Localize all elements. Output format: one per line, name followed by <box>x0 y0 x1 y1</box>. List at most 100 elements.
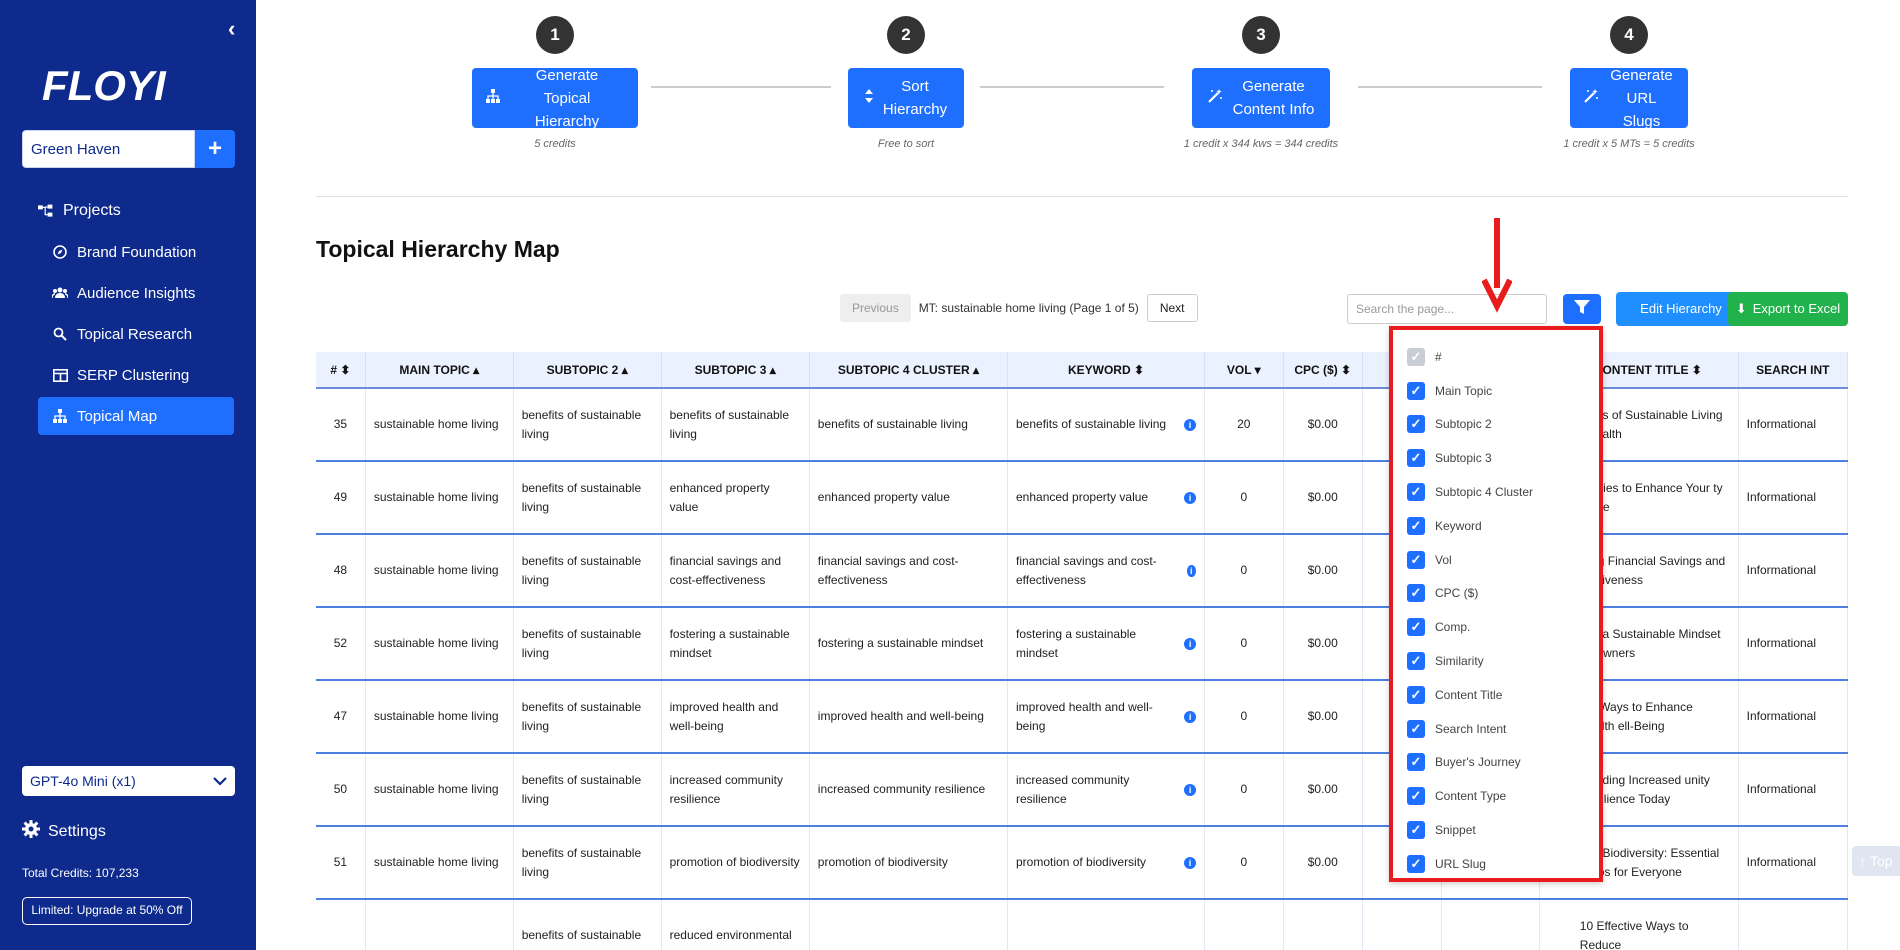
info-icon[interactable]: i <box>1186 564 1196 577</box>
column-toggle[interactable]: ✓ Content Title <box>1393 678 1599 712</box>
info-icon[interactable]: i <box>1184 856 1196 869</box>
checkbox[interactable]: ✓ <box>1407 854 1425 873</box>
column-header[interactable]: SUBTOPIC 4 CLUSTER ▴ <box>809 352 1009 389</box>
add-project-button[interactable]: + <box>195 130 235 168</box>
checkbox[interactable]: ✓ <box>1407 584 1425 603</box>
keyword-text: increased community resilience <box>1016 772 1130 806</box>
sidebar-item-topical-map[interactable]: Topical Map <box>38 397 234 435</box>
column-toggle[interactable]: ✓ Snippet <box>1393 813 1599 847</box>
checkbox[interactable]: ✓ <box>1407 415 1425 434</box>
table-row[interactable]: 49 sustainable home living benefits of sus… <box>316 461 1848 535</box>
generate-url-slugs-button[interactable]: Generate URL Slugs <box>1570 67 1688 130</box>
table-row[interactable]: 50 sustainable home living benefits of sus… <box>316 753 1848 827</box>
table-cell: promotion of biodiversity i <box>1007 826 1205 900</box>
table-cell: Informational <box>1738 753 1848 827</box>
keyword-text: fostering a sustainable mindset <box>1016 626 1137 660</box>
pagination: Previous MT: sustainable home living (Pa… <box>840 294 1198 322</box>
column-toggle[interactable]: ✓ CPC ($) <box>1393 577 1599 611</box>
info-icon[interactable]: i <box>1184 710 1196 723</box>
upgrade-button[interactable]: Limited: Upgrade at 50% Off <box>22 897 192 925</box>
back-to-top-button[interactable]: ↑ Top <box>1852 846 1900 876</box>
column-header[interactable]: SEARCH INT <box>1738 352 1848 389</box>
settings-link[interactable]: Settings <box>22 820 106 843</box>
previous-button[interactable]: Previous <box>840 294 911 322</box>
table-row[interactable]: 35 sustainable home living benefits of sus… <box>316 388 1848 462</box>
sidebar-item-label: Topical Map <box>77 407 158 425</box>
checkbox[interactable]: ✓ <box>1407 449 1425 468</box>
column-header[interactable]: SUBTOPIC 2 ▴ <box>513 352 662 389</box>
checkbox[interactable]: ✓ <box>1407 347 1425 366</box>
info-icon[interactable]: i <box>1184 783 1196 796</box>
checkbox[interactable]: ✓ <box>1407 618 1425 637</box>
column-toggle[interactable]: ✓ Search Intent <box>1393 712 1599 746</box>
project-input[interactable] <box>22 130 195 168</box>
column-toggle-label: CPC ($) <box>1435 586 1479 601</box>
column-toggle[interactable]: ✓ Subtopic 4 Cluster <box>1393 475 1599 509</box>
collapse-sidebar-icon[interactable]: ‹ <box>228 18 248 40</box>
info-icon[interactable]: i <box>1184 637 1196 650</box>
table-row[interactable]: 47 sustainable home living benefits of sus… <box>316 680 1848 754</box>
column-header[interactable]: SUBTOPIC 3 ▴ <box>661 352 810 389</box>
column-toggle[interactable]: ✓ Subtopic 3 <box>1393 441 1599 475</box>
checkbox[interactable]: ✓ <box>1407 516 1425 535</box>
hierarchy-icon <box>486 87 500 110</box>
table-row[interactable]: 52 sustainable home living benefits of sus… <box>316 607 1848 681</box>
column-toggle-label: Subtopic 3 <box>1435 451 1492 466</box>
checkbox[interactable]: ✓ <box>1407 753 1425 772</box>
info-icon[interactable]: i <box>1184 418 1196 431</box>
sort-icon <box>864 87 873 110</box>
floyi-logo[interactable]: FLOYI <box>40 48 170 108</box>
checkbox[interactable]: ✓ <box>1407 821 1425 840</box>
generate-content-info-button[interactable]: Generate Content Info <box>1192 68 1330 128</box>
checkbox[interactable]: ✓ <box>1407 381 1425 400</box>
sidebar-item-audience-insights[interactable]: Audience Insights <box>0 274 256 312</box>
column-toggle[interactable]: ✓ Subtopic 2 <box>1393 408 1599 442</box>
column-header[interactable]: CPC ($) ⬍ <box>1283 352 1363 389</box>
column-toggle[interactable]: ✓ # <box>1393 340 1599 374</box>
export-excel-button[interactable]: ⬇ Export to Excel <box>1728 292 1848 326</box>
step-4: 4 Generate URL Slugs 1 credit x 5 MTs = 5… <box>1539 16 1719 150</box>
table-cell: enhanced property value i <box>1007 461 1205 535</box>
table-cell: $0.00 <box>1283 388 1363 462</box>
column-toggle-label: Content Title <box>1435 687 1503 702</box>
table-row[interactable]: 51 sustainable home living benefits of sus… <box>316 826 1848 900</box>
column-toggle[interactable]: ✓ Comp. <box>1393 610 1599 644</box>
table-cell: sustainable home living <box>365 534 514 608</box>
table-row[interactable]: benefits of sustainable reduced environme… <box>316 899 1848 950</box>
column-toggle[interactable]: ✓ Main Topic <box>1393 374 1599 408</box>
checkbox[interactable]: ✓ <box>1407 483 1425 502</box>
table-row[interactable]: 48 sustainable home living benefits of sus… <box>316 534 1848 608</box>
column-header[interactable]: MAIN TOPIC ▴ <box>365 352 514 389</box>
filter-columns-button[interactable] <box>1563 294 1601 324</box>
column-toggle[interactable]: ✓ Content Type <box>1393 779 1599 813</box>
edit-hierarchy-button[interactable]: Edit Hierarchy <box>1616 292 1746 326</box>
column-toggle[interactable]: ✓ Keyword <box>1393 509 1599 543</box>
sidebar-item-label: Projects <box>63 202 121 219</box>
column-toggle[interactable]: ✓ Similarity <box>1393 644 1599 678</box>
sidebar-item-projects[interactable]: Projects <box>0 192 256 230</box>
column-toggle[interactable]: ✓ Vol <box>1393 543 1599 577</box>
sort-hierarchy-button[interactable]: Sort Hierarchy <box>848 68 964 128</box>
model-select[interactable]: GPT-4o Mini (x1) <box>22 766 235 796</box>
info-icon[interactable]: i <box>1184 491 1196 504</box>
sidebar-item-brand-foundation[interactable]: Brand Foundation <box>0 233 256 271</box>
next-button[interactable]: Next <box>1146 294 1198 322</box>
column-header[interactable]: VOL ▾ <box>1204 352 1284 389</box>
table-cell: sustainable home living <box>365 680 514 754</box>
checkbox[interactable]: ✓ <box>1407 787 1425 806</box>
column-toggle[interactable]: ✓ Buyer's Journey <box>1393 746 1599 780</box>
column-header[interactable]: # ⬍ <box>316 352 366 389</box>
hierarchy-icon <box>52 408 68 424</box>
sidebar-item-serp-clustering[interactable]: SERP Clustering <box>0 356 256 394</box>
generate-topical-hierarchy-button[interactable]: Generate Topical Hierarchy <box>472 67 638 130</box>
column-toggle[interactable]: ✓ URL Slug <box>1393 847 1599 881</box>
sitemap-icon <box>38 203 54 219</box>
table-cell: Informational <box>1738 680 1848 754</box>
checkbox[interactable]: ✓ <box>1407 685 1425 704</box>
checkbox[interactable]: ✓ <box>1407 550 1425 569</box>
checkbox[interactable]: ✓ <box>1407 719 1425 738</box>
sidebar-item-topical-research[interactable]: Topical Research <box>0 315 256 353</box>
column-header[interactable]: KEYWORD ⬍ <box>1007 352 1205 389</box>
checkbox[interactable]: ✓ <box>1407 652 1425 671</box>
search-input[interactable]: Search the page... <box>1347 294 1547 324</box>
